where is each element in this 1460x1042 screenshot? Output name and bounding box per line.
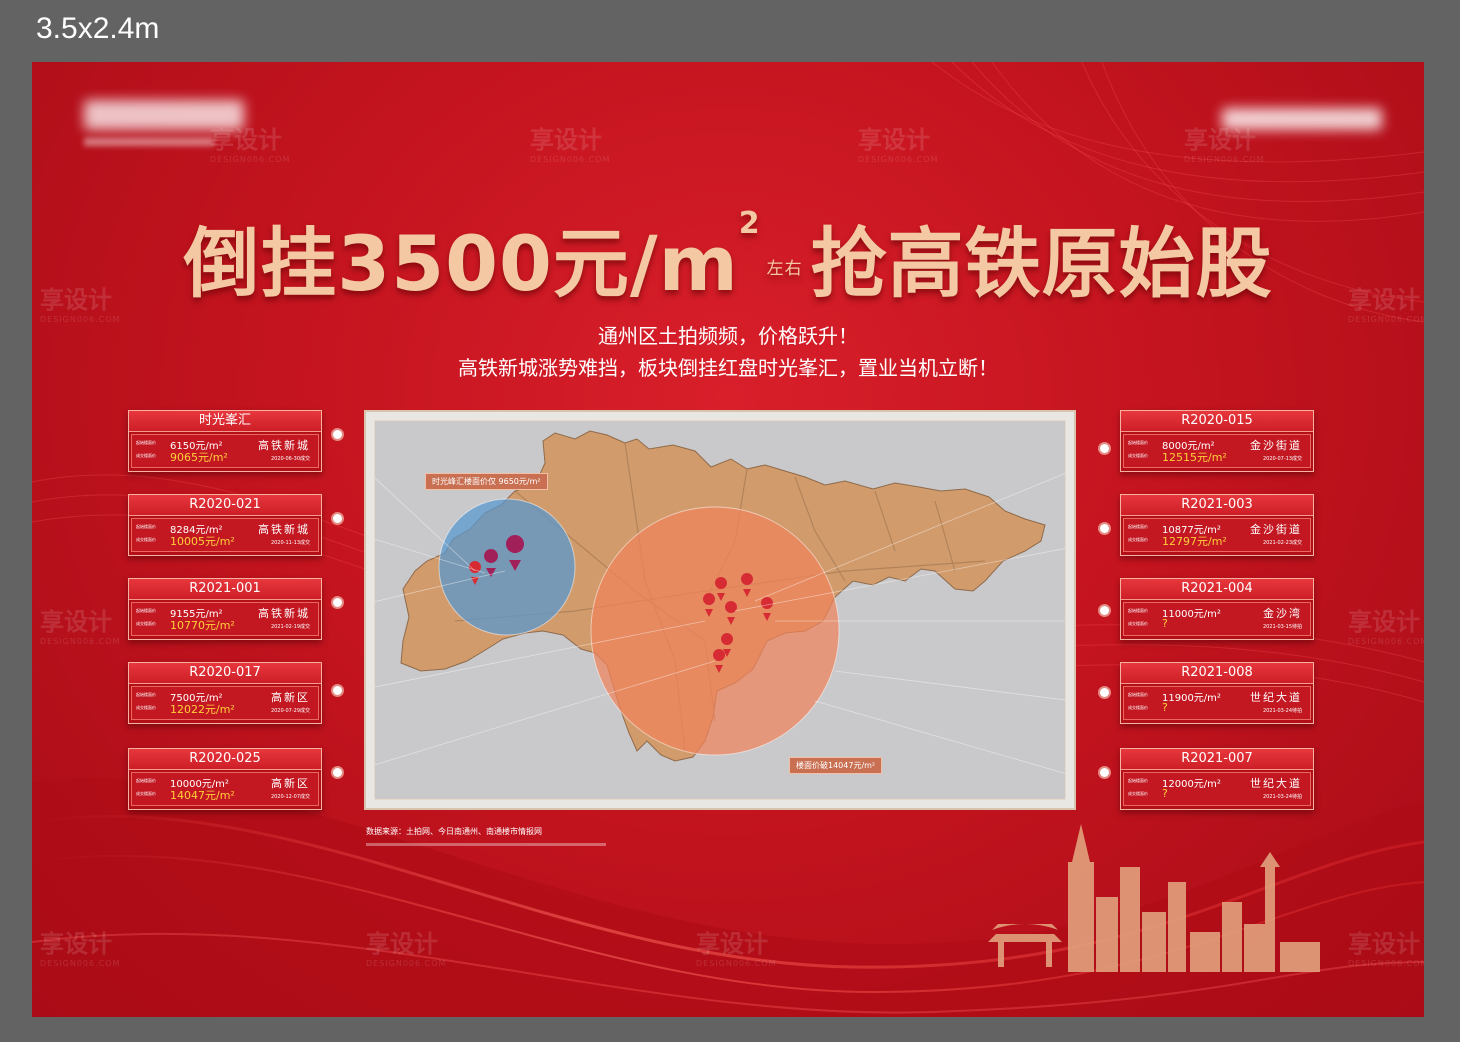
card-title: R2021-001 [129, 579, 321, 600]
deal-price: 12515元/m² [1162, 451, 1227, 464]
fine-print [366, 843, 606, 846]
card-title: R2020-015 [1121, 411, 1313, 432]
connector-dot [331, 684, 344, 697]
card-date: 2020-06-30成交 [270, 456, 310, 462]
card-area: 高铁新城 [258, 439, 310, 452]
connector-dot [1098, 442, 1111, 455]
watermark: 享设计 DESIGN006.COM [1184, 126, 1265, 164]
land-card: R2020-021 起始楼面价 成交楼面价 8284元/m² 10005元/m²… [128, 494, 322, 556]
subtitle-line-1: 通州区土拍频频，价格跃升！ [598, 324, 858, 348]
card-title: R2021-007 [1121, 749, 1313, 770]
developer-logo-subtitle-blurred [84, 138, 214, 146]
start-price: 12000元/m² [1162, 779, 1221, 790]
card-title: R2020-017 [129, 663, 321, 684]
poster-board: 享设计 DESIGN006.COM 享设计 DESIGN006.COM 享设计 DES… [32, 62, 1424, 1017]
watermark: 享设计 DESIGN006.COM [40, 608, 121, 646]
card-date: 2021-03-24待拍 [1262, 708, 1302, 714]
watermark: 享设计 DESIGN006.COM [530, 126, 611, 164]
connector-dot [1098, 686, 1111, 699]
deal-price: 10770元/m² [170, 619, 235, 632]
land-card: R2020-017 起始楼面价 成交楼面价 7500元/m² 12022元/m²… [128, 662, 322, 724]
card-area: 高新区 [271, 777, 310, 790]
connector-dot [1098, 522, 1111, 535]
connector-dot [331, 596, 344, 609]
size-label: 3.5x2.4m [36, 12, 160, 45]
card-date: 2021-02-23成交 [1262, 540, 1302, 546]
card-area: 世纪大道 [1250, 777, 1302, 790]
callout-blue: 时光峰汇楼面价仅 9650元/m² [425, 473, 548, 490]
subtitle-line-2: 高铁新城涨势难挡，板块倒挂红盘时光峯汇，置业当机立断！ [458, 356, 998, 380]
card-area: 金沙街道 [1250, 523, 1302, 536]
deal-price: 9065元/m² [170, 451, 228, 464]
card-area: 世纪大道 [1250, 691, 1302, 704]
card-title: R2020-025 [129, 749, 321, 770]
card-area: 高铁新城 [258, 523, 310, 536]
card-area: 高铁新城 [258, 607, 310, 620]
orange-radius-circle [590, 506, 840, 756]
connector-dot [331, 512, 344, 525]
blue-radius-circle [438, 498, 576, 636]
map-frame: 时光峰汇楼面价仅 9650元/m² 楼面价破14047元/m² [334, 410, 1106, 810]
deal-price: 10005元/m² [170, 535, 235, 548]
land-card: R2021-004 起始楼面价 成交楼面价 11000元/m² ? 金沙湾 20… [1120, 578, 1314, 640]
watermark: 享设计 DESIGN006.COM [210, 126, 291, 164]
card-date: 2020-11-13成交 [270, 540, 310, 546]
deal-price: ? [1162, 787, 1168, 800]
watermark: 享设计 DESIGN006.COM [1348, 608, 1424, 646]
card-date: 2020-07-13成交 [1262, 456, 1302, 462]
deal-price: 12022元/m² [170, 703, 235, 716]
land-card: R2021-007 起始楼面价 成交楼面价 12000元/m² ? 世纪大道 2… [1120, 748, 1314, 810]
connector-dot [1098, 766, 1111, 779]
card-title: R2021-008 [1121, 663, 1313, 684]
card-date: 2020-12-07成交 [270, 794, 310, 800]
watermark: 享设计 DESIGN006.COM [366, 930, 447, 968]
callout-orange: 楼面价破14047元/m² [789, 757, 883, 774]
card-title: R2020-021 [129, 495, 321, 516]
start-price: 11900元/m² [1162, 693, 1221, 704]
card-date: 2021-03-24待拍 [1262, 794, 1302, 800]
card-area: 高新区 [271, 691, 310, 704]
land-card: R2020-015 起始楼面价 成交楼面价 8000元/m² 12515元/m²… [1120, 410, 1314, 472]
card-date: 2021-02-19成交 [270, 624, 310, 630]
connector-dot [1098, 604, 1111, 617]
connector-dot [331, 428, 344, 441]
land-card: R2020-025 起始楼面价 成交楼面价 10000元/m² 14047元/m… [128, 748, 322, 810]
card-title: R2021-003 [1121, 495, 1313, 516]
data-source: 数据来源：土拍网、今日南通州、南通楼市情报网 [366, 827, 542, 836]
card-date: 2020-07-29成交 [270, 708, 310, 714]
deal-price: 14047元/m² [170, 789, 235, 802]
map: 时光峰汇楼面价仅 9650元/m² 楼面价破14047元/m² [334, 420, 1106, 800]
land-card: R2021-008 起始楼面价 成交楼面价 11900元/m² ? 世纪大道 2… [1120, 662, 1314, 724]
land-card: R2021-003 起始楼面价 成交楼面价 10877元/m² 12797元/m… [1120, 494, 1314, 556]
connector-dot [331, 766, 344, 779]
watermark: 享设计 DESIGN006.COM [40, 930, 121, 968]
card-title: 时光峯汇 [129, 411, 321, 432]
card-area: 金沙街道 [1250, 439, 1302, 452]
land-card: R2021-001 起始楼面价 成交楼面价 9155元/m² 10770元/m²… [128, 578, 322, 640]
deal-price: ? [1162, 701, 1168, 714]
watermark: 享设计 DESIGN006.COM [1348, 930, 1424, 968]
card-area: 金沙湾 [1263, 607, 1302, 620]
card-date: 2021-03-15待拍 [1262, 624, 1302, 630]
headline: 倒挂3500元/m2左右 抢高铁原始股 [183, 206, 1273, 308]
land-card: 时光峯汇 起始楼面价 成交楼面价 6150元/m² 9065元/m² 高铁新城 … [128, 410, 322, 472]
watermark: 享设计 DESIGN006.COM [858, 126, 939, 164]
start-price: 11000元/m² [1162, 609, 1221, 620]
watermark: 享设计 DESIGN006.COM [696, 930, 777, 968]
card-title: R2021-004 [1121, 579, 1313, 600]
deal-price: ? [1162, 617, 1168, 630]
deal-price: 12797元/m² [1162, 535, 1227, 548]
